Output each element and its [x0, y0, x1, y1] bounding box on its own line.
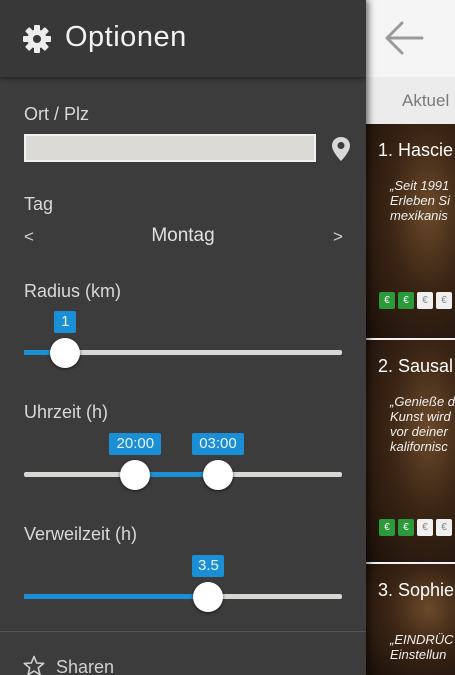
price-indicator: € € € € — [379, 292, 452, 309]
day-next-button[interactable]: > — [333, 227, 343, 247]
price-euro: € — [398, 519, 414, 536]
day-value: Montag — [151, 225, 215, 246]
price-euro: € — [417, 519, 433, 536]
uhrzeit-start-bubble: 20:00 — [109, 433, 162, 455]
price-indicator: € € € € — [379, 519, 452, 536]
options-drawer: Optionen Ort / Plz Tag < Montag > Radius… — [0, 0, 366, 675]
location-pin-icon[interactable] — [331, 136, 351, 162]
verweilzeit-slider-fill — [24, 594, 209, 599]
share-button[interactable]: Sharen — [56, 657, 114, 675]
price-euro: € — [379, 519, 395, 536]
price-euro: € — [436, 292, 452, 309]
back-arrow-icon[interactable] — [384, 20, 424, 56]
main-tabbar: Aktuel — [366, 77, 455, 125]
list-item[interactable]: 2. Sausal „Genieße d Kunst wird vor dein… — [366, 340, 455, 564]
price-euro: € — [417, 292, 433, 309]
uhrzeit-label: Uhrzeit (h) — [24, 402, 109, 422]
ort-input[interactable] — [24, 134, 316, 162]
tab-aktuell[interactable]: Aktuel — [402, 91, 449, 111]
tag-label: Tag — [24, 194, 54, 214]
gear-icon — [23, 25, 51, 53]
drawer-title: Optionen — [65, 21, 187, 53]
ort-label: Ort / Plz — [24, 104, 90, 124]
price-euro: € — [436, 519, 452, 536]
card-title: 3. Sophie — [378, 580, 455, 600]
main-content: Aktuel 1. Hascie „Seit 1991 Erleben Si m… — [366, 0, 455, 675]
verweilzeit-label: Verweilzeit (h) — [24, 524, 138, 544]
card-title: 2. Sausal — [378, 356, 454, 376]
card-description: „EINDRÜC Einstellun — [390, 632, 454, 662]
verweilzeit-slider-track[interactable] — [24, 594, 342, 599]
main-toolbar — [366, 0, 455, 77]
list-item[interactable]: 3. Sophie „EINDRÜC Einstellun — [366, 564, 455, 675]
list-item[interactable]: 1. Hascie „Seit 1991 Erleben Si mexikani… — [366, 124, 455, 340]
verweilzeit-value-bubble: 3.5 — [192, 555, 225, 577]
card-title: 1. Hascie — [378, 140, 454, 160]
star-icon[interactable] — [23, 655, 45, 675]
uhrzeit-end-bubble: 03:00 — [191, 433, 244, 455]
card-description: „Seit 1991 Erleben Si mexikanis — [390, 178, 450, 223]
uhrzeit-slider-track[interactable] — [24, 472, 342, 477]
card-description: „Genieße d Kunst wird vor deiner kalifor… — [390, 394, 455, 454]
price-euro: € — [398, 292, 414, 309]
drawer-header: Optionen — [0, 0, 366, 77]
radius-slider-thumb[interactable] — [50, 338, 81, 368]
divider — [0, 631, 366, 632]
price-euro: € — [379, 292, 395, 309]
radius-label: Radius (km) — [24, 281, 122, 301]
verweilzeit-slider-thumb[interactable] — [193, 582, 224, 612]
uhrzeit-end-thumb[interactable] — [202, 460, 233, 490]
radius-value-bubble: 1 — [54, 311, 77, 333]
uhrzeit-start-thumb[interactable] — [120, 460, 151, 490]
